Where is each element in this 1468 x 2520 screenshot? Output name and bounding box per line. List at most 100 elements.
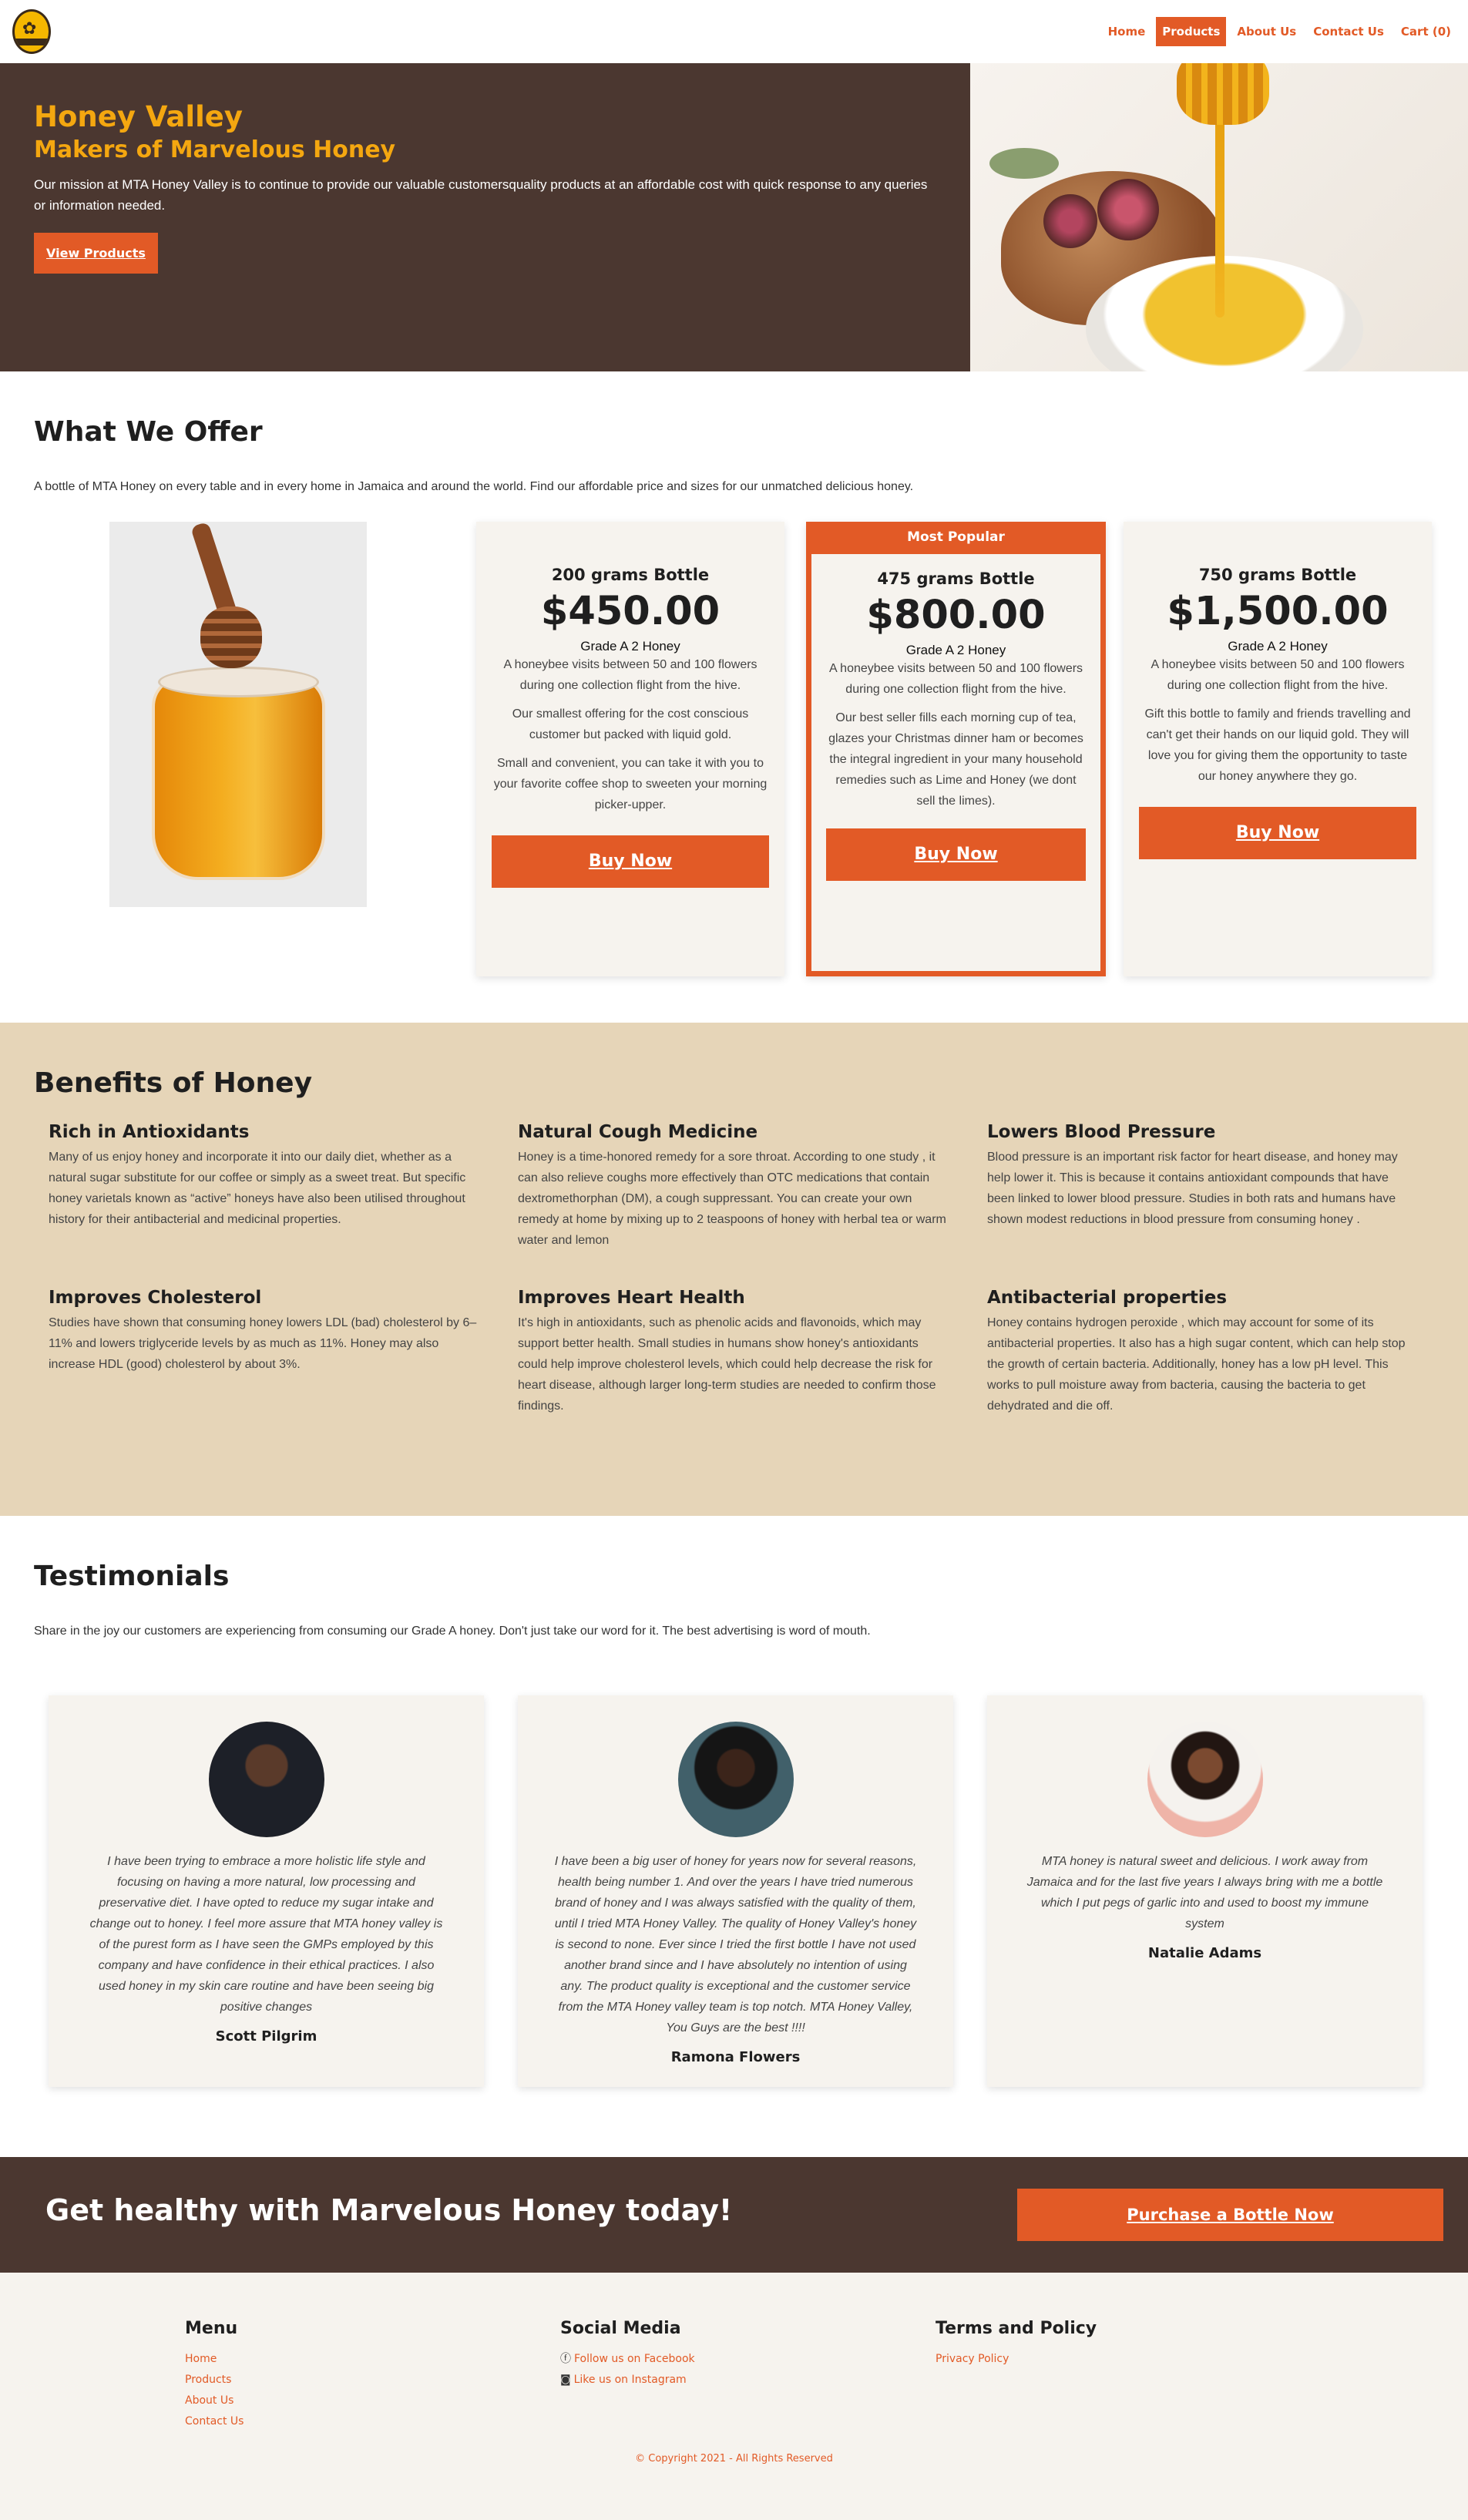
benefit-item: Improves Heart Health It's high in antio… <box>518 1288 987 1416</box>
testimonial-name: Scott Pilgrim <box>215 2028 317 2045</box>
price-card-text: A honeybee visits between 50 and 100 flo… <box>828 662 1083 696</box>
price-card-text: A honeybee visits between 50 and 100 flo… <box>1151 658 1405 692</box>
price-card-price: $450.00 <box>540 589 721 634</box>
benefit-item: Rich in Antioxidants Many of us enjoy ho… <box>49 1122 518 1251</box>
cta-title: Get healthy with Marvelous Honey today! <box>45 2193 733 2227</box>
testimonials-section: Testimonials Share in the joy our custom… <box>0 1516 1468 2157</box>
copyright: © Copyright 2021 - All Rights Reserved <box>635 2453 833 2465</box>
avatar <box>208 1722 324 1837</box>
purchase-bottle-button[interactable]: Purchase a Bottle Now <box>1017 2189 1443 2241</box>
benefits-grid: Rich in Antioxidants Many of us enjoy ho… <box>34 1122 1434 1416</box>
nav-about-us[interactable]: About Us <box>1231 17 1302 46</box>
offer-title: What We Offer <box>34 416 263 448</box>
testimonials-lead: Share in the joy our customers are exper… <box>34 1625 871 1638</box>
footer-menu-title: Menu <box>185 2319 238 2338</box>
benefit-title: Lowers Blood Pressure <box>987 1122 1216 1142</box>
offer-grid: 200 grams Bottle $450.00 Grade A 2 Honey… <box>34 522 1434 976</box>
buy-now-button[interactable]: Buy Now <box>492 835 769 888</box>
price-card-text: Our best seller fills each morning cup o… <box>828 711 1083 808</box>
testimonial-quote: MTA honey is natural sweet and delicious… <box>1026 1855 1383 1930</box>
testimonial-name: Ramona Flowers <box>670 2049 801 2065</box>
benefit-text: Honey is a time-honored remedy for a sor… <box>518 1151 946 1247</box>
nav-links: Home Products About Us Contact Us Cart (… <box>1102 17 1457 46</box>
price-card-grade: Grade A 2 Honey <box>1228 639 1328 654</box>
buy-now-button[interactable]: Buy Now <box>1139 807 1416 859</box>
privacy-policy-link[interactable]: Privacy Policy <box>936 2349 1311 2370</box>
footer-columns: Menu Home Products About Us Contact Us S… <box>185 2319 1468 2432</box>
price-card-title: 200 grams Bottle <box>551 566 710 584</box>
hero-honey-image <box>970 63 1468 371</box>
benefit-text: It's high in antioxidants, such as pheno… <box>518 1316 936 1413</box>
benefit-text: Many of us enjoy honey and incorporate i… <box>49 1151 466 1226</box>
price-card-title: 475 grams Bottle <box>877 570 1035 588</box>
benefit-text: Blood pressure is an important risk fact… <box>987 1151 1398 1226</box>
price-card-price: $800.00 <box>866 593 1046 638</box>
nav-home[interactable]: Home <box>1102 17 1152 46</box>
footer-menu: Menu Home Products About Us Contact Us <box>185 2319 560 2432</box>
view-products-button[interactable]: View Products <box>34 233 158 274</box>
testimonial-quote: I have been a big user of honey for year… <box>554 1855 917 2034</box>
honey-jar-image <box>109 522 367 907</box>
testimonials-grid: I have been trying to embrace a more hol… <box>34 1695 1434 2087</box>
buy-now-button[interactable]: Buy Now <box>826 828 1086 881</box>
avatar <box>1147 1722 1263 1837</box>
nav-products[interactable]: Products <box>1156 17 1227 46</box>
benefits-title: Benefits of Honey <box>34 1067 313 1099</box>
footer-link-about-us[interactable]: About Us <box>185 2391 560 2411</box>
hero-title: Honey Valley <box>34 100 243 133</box>
price-card-title: 750 grams Bottle <box>1198 566 1357 584</box>
testimonial-card: I have been a big user of honey for year… <box>518 1695 953 2087</box>
price-card-750g: 750 grams Bottle $1,500.00 Grade A 2 Hon… <box>1124 522 1432 976</box>
footer-social: Social Media ⓕ Follow us on Facebook ◙ Lik… <box>560 2319 936 2432</box>
nav-contact-us[interactable]: Contact Us <box>1307 17 1390 46</box>
benefit-item: Natural Cough Medicine Honey is a time-h… <box>518 1122 987 1251</box>
footer-link-home[interactable]: Home <box>185 2349 560 2370</box>
price-card-200g: 200 grams Bottle $450.00 Grade A 2 Honey… <box>476 522 784 976</box>
instagram-link[interactable]: ◙ Like us on Instagram <box>560 2370 936 2391</box>
navbar: ✿ Home Products About Us Contact Us Cart… <box>0 0 1468 63</box>
footer-terms-title: Terms and Policy <box>936 2319 1097 2338</box>
price-card-text: Small and convenient, you can take it wi… <box>493 757 768 811</box>
avatar <box>677 1722 794 1837</box>
hero-honey-dipper <box>1177 63 1269 125</box>
benefit-title: Improves Cholesterol <box>49 1288 262 1308</box>
footer-terms: Terms and Policy Privacy Policy <box>936 2319 1311 2432</box>
price-card-price: $1,500.00 <box>1167 589 1389 634</box>
price-card-text: A honeybee visits between 50 and 100 flo… <box>503 658 758 692</box>
nav-cart[interactable]: Cart (0) <box>1395 17 1457 46</box>
honey-valley-logo[interactable]: ✿ <box>12 9 51 54</box>
benefit-item: Antibacterial properties Honey contains … <box>987 1288 1456 1416</box>
hero-fig <box>1043 194 1097 248</box>
jar-glass <box>152 676 325 880</box>
logo-band <box>15 39 49 45</box>
facebook-link[interactable]: ⓕ Follow us on Facebook <box>560 2349 936 2370</box>
benefit-title: Rich in Antioxidants <box>49 1122 250 1142</box>
instagram-icon: ◙ <box>560 2374 571 2386</box>
testimonial-card: MTA honey is natural sweet and delicious… <box>987 1695 1423 2087</box>
offer-lead: A bottle of MTA Honey on every table and… <box>34 480 914 493</box>
hero-content: Honey Valley Makers of Marvelous Honey O… <box>0 63 970 371</box>
benefit-text: Honey contains hydrogen peroxide , which… <box>987 1316 1406 1413</box>
footer-link-contact-us[interactable]: Contact Us <box>185 2411 560 2432</box>
offer-section: What We Offer A bottle of MTA Honey on e… <box>0 371 1468 1023</box>
footer-social-title: Social Media <box>560 2319 681 2338</box>
benefit-item: Improves Cholesterol Studies have shown … <box>49 1288 518 1416</box>
benefit-item: Lowers Blood Pressure Blood pressure is … <box>987 1122 1456 1251</box>
facebook-link-label: Follow us on Facebook <box>574 2353 695 2365</box>
honey-dipper <box>200 606 262 668</box>
most-popular-badge: Most Popular <box>806 522 1106 554</box>
hero-subtitle: Makers of Marvelous Honey <box>34 136 396 163</box>
price-card-grade: Grade A 2 Honey <box>905 643 1006 657</box>
testimonial-quote: I have been trying to embrace a more hol… <box>89 1855 443 2014</box>
footer-link-products[interactable]: Products <box>185 2370 560 2391</box>
facebook-icon: ⓕ <box>560 2353 571 2365</box>
instagram-link-label: Like us on Instagram <box>573 2374 687 2386</box>
hero-section: Honey Valley Makers of Marvelous Honey O… <box>0 63 1468 371</box>
benefit-title: Natural Cough Medicine <box>518 1122 758 1142</box>
benefits-section: Benefits of Honey Rich in Antioxidants M… <box>0 1023 1468 1516</box>
testimonial-card: I have been trying to embrace a more hol… <box>49 1695 484 2087</box>
hero-fig <box>1097 179 1159 240</box>
cta-banner: Get healthy with Marvelous Honey today! … <box>0 2157 1468 2273</box>
footer: Menu Home Products About Us Contact Us S… <box>0 2273 1468 2520</box>
price-card-text: Gift this bottle to family and friends t… <box>1144 707 1411 783</box>
